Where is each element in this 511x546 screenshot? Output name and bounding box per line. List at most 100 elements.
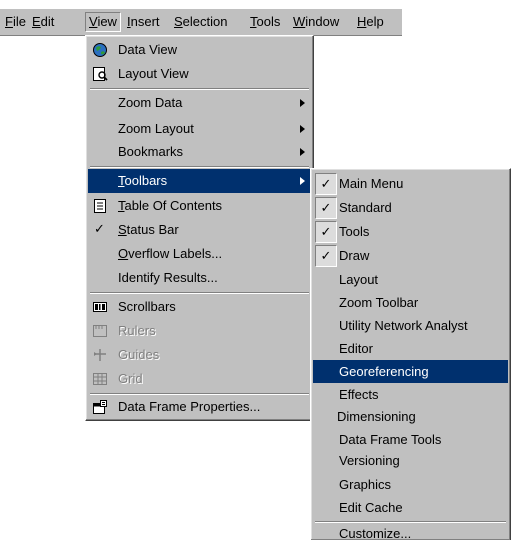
menu-window-accel: W (293, 14, 306, 29)
view-menu-item-data-frame-properties[interactable]: Data Frame Properties... (88, 395, 311, 419)
toc-label-rest: able Of Contents (124, 198, 223, 213)
view-menu-item-label: Identify Results... (118, 270, 218, 285)
view-menu-item-status-bar[interactable]: ✓ Status Bar (88, 218, 311, 242)
view-menu-item-grid[interactable]: Grid (88, 367, 311, 391)
menu-file[interactable]: File (2, 12, 29, 32)
view-menu-item-zoom-layout[interactable]: Zoom Layout (88, 117, 311, 141)
check-icon: ✓ (315, 197, 337, 219)
toolbars-item-label: Layout (339, 272, 379, 287)
toolbars-item-graphics[interactable]: Graphics (313, 473, 508, 497)
view-menu-item-data-view[interactable]: Data View (88, 38, 311, 62)
toolbars-label-rest: oolbars (124, 173, 168, 188)
toolbars-item-utility-network-analyst[interactable]: Utility Network Analyst (313, 314, 508, 338)
toolbars-item-georeferencing[interactable]: Georeferencing (313, 360, 508, 383)
toolbars-item-layout[interactable]: Layout (313, 268, 508, 292)
toolbars-item-editor[interactable]: Editor (313, 337, 508, 361)
status-bar-accel: S (118, 222, 127, 237)
menu-selection-label: election (182, 14, 228, 29)
view-menu-item-label: Table Of Contents (118, 194, 222, 218)
toolbars-item-label: Dimensioning (337, 409, 416, 424)
menu-separator (90, 166, 309, 168)
toolbars-item-zoom-toolbar[interactable]: Zoom Toolbar (313, 291, 508, 315)
toolbars-item-label: Editor (339, 341, 373, 356)
scrollbars-icon (92, 299, 108, 315)
menu-help-accel: H (357, 14, 367, 29)
view-menu-item-rulers[interactable]: Rulers (88, 319, 311, 343)
view-menu-item-zoom-data[interactable]: Zoom Data (88, 91, 311, 115)
submenu-arrow-icon (300, 177, 305, 185)
toolbars-item-customize[interactable]: Customize... (313, 522, 508, 546)
rulers-icon (92, 323, 108, 339)
check-icon: ✓ (315, 173, 337, 195)
menu-file-accel: F (5, 14, 13, 29)
view-menu-item-label: Data View (118, 42, 178, 57)
toolbars-item-label: Zoom Toolbar (339, 295, 419, 310)
toolbars-item-tools[interactable]: ✓ Tools (313, 220, 508, 244)
submenu-arrow-icon (300, 99, 305, 107)
menu-selection-accel: S (174, 14, 183, 29)
toolbars-item-draw[interactable]: ✓ Draw (313, 244, 508, 268)
view-menu-item-toolbars[interactable]: Toolbars (88, 169, 311, 193)
view-menu-item-label: Zoom Data (118, 95, 183, 110)
status-bar-label-rest: tatus Bar (126, 222, 179, 237)
view-menu-item-label: Status Bar (118, 218, 179, 242)
check-icon: ✓ (315, 221, 337, 243)
menu-insert-label: nsert (130, 14, 160, 29)
menu-help-label: elp (366, 14, 384, 29)
toolbars-item-label: Tools (339, 224, 370, 239)
toolbars-item-label: Draw (339, 248, 370, 263)
menu-bar: File Edit View Insert Selection Tools Wi… (0, 8, 402, 36)
toolbars-item-standard[interactable]: ✓ Standard (313, 196, 508, 220)
view-menu-item-label: Rulers (118, 323, 156, 338)
view-menu-item-layout-view[interactable]: Layout View (88, 62, 311, 86)
toolbars-item-label: Customize... (339, 526, 412, 541)
toolbars-item-label: Versioning (339, 453, 400, 468)
menu-window[interactable]: Window (290, 12, 342, 32)
menu-edit-label: dit (40, 14, 55, 29)
view-menu-item-label: Grid (118, 371, 143, 386)
grid-icon (92, 371, 108, 387)
menu-view-label: iew (97, 14, 117, 29)
view-menu-item-bookmarks[interactable]: Bookmarks (88, 140, 311, 164)
toolbars-submenu: ✓ Main Menu ✓ Standard ✓ Tools ✓ Draw La… (310, 168, 511, 541)
menu-edit-accel: E (32, 14, 41, 29)
guides-icon (92, 347, 108, 363)
data-frame-properties-icon (92, 399, 108, 415)
menu-selection[interactable]: Selection (171, 12, 230, 32)
view-menu-item-label: Scrollbars (118, 299, 176, 314)
view-menu-item-label: Overflow Labels... (118, 242, 222, 266)
toolbars-item-label: Georeferencing (339, 364, 429, 379)
view-menu-item-overflow-labels[interactable]: Overflow Labels... (88, 242, 311, 266)
check-icon: ✓ (315, 245, 337, 267)
view-menu-item-label: Zoom Layout (118, 121, 194, 136)
toolbars-item-label: Effects (339, 387, 379, 402)
view-menu-item-label: Data Frame Properties... (118, 399, 261, 414)
menu-insert[interactable]: Insert (124, 12, 163, 32)
menu-tools-label: ools (256, 14, 281, 29)
layout-view-icon (92, 66, 108, 82)
view-menu-item-label: Toolbars (118, 169, 167, 193)
toolbars-item-dimensioning[interactable]: Dimensioning (313, 405, 508, 429)
view-menu-item-identify-results[interactable]: Identify Results... (88, 266, 311, 290)
table-of-contents-icon (92, 198, 108, 214)
view-menu-item-scrollbars[interactable]: Scrollbars (88, 295, 311, 319)
overflow-accel: O (118, 246, 129, 261)
toolbars-item-main-menu[interactable]: ✓ Main Menu (313, 172, 508, 196)
view-menu-item-label: Guides (118, 347, 160, 362)
toolbars-item-versioning[interactable]: Versioning (313, 449, 508, 473)
check-icon: ✓ (94, 221, 105, 236)
view-menu-item-guides[interactable]: Guides (88, 343, 311, 367)
toolbars-item-effects[interactable]: Effects (313, 383, 508, 407)
toolbars-item-edit-cache[interactable]: Edit Cache (313, 496, 508, 520)
view-menu: Data View Layout View Zoom Data Zoom Lay… (85, 35, 314, 421)
overflow-label-rest: verflow Labels... (128, 246, 223, 261)
view-menu-item-table-of-contents[interactable]: Table Of Contents (88, 194, 311, 218)
menu-edit[interactable]: Edit (29, 12, 57, 32)
menu-separator (90, 88, 309, 90)
menu-help[interactable]: Help (354, 12, 387, 32)
toolbars-item-label: Edit Cache (339, 500, 403, 515)
menu-separator (90, 292, 309, 294)
view-menu-item-label: Bookmarks (118, 144, 184, 159)
menu-view[interactable]: View (85, 12, 121, 32)
menu-tools[interactable]: Tools (247, 12, 283, 32)
